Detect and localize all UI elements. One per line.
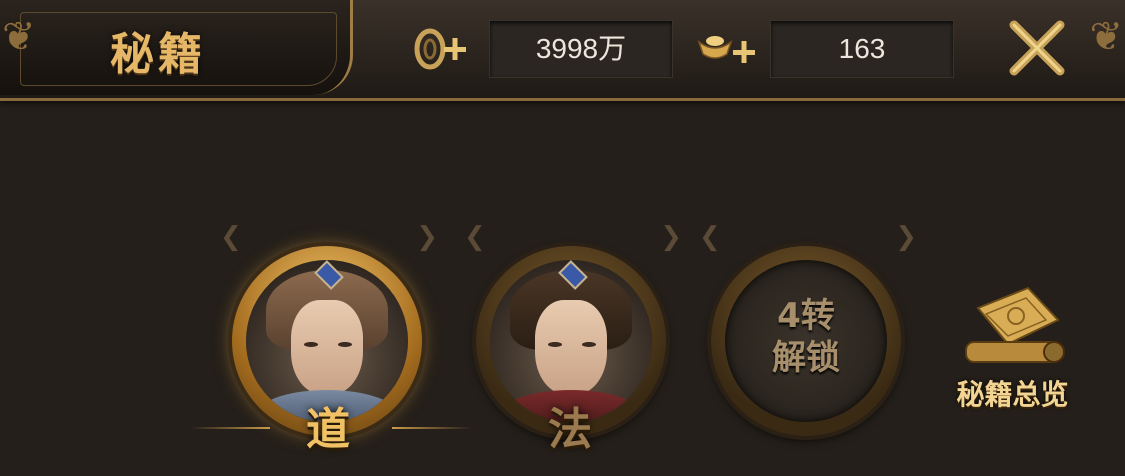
- wing-ornament-icon: ❮: [699, 222, 721, 252]
- wing-ornament-icon: ❮: [220, 222, 242, 252]
- close-icon[interactable]: [1006, 17, 1068, 79]
- page-title: 秘籍: [110, 29, 206, 80]
- unlock-requirement: 4转: [777, 296, 835, 336]
- wing-ornament-icon: ❯: [660, 222, 682, 252]
- coin-balance: 3998万: [489, 20, 673, 78]
- character-dao-slot[interactable]: ❮ ❯ 道: [214, 222, 444, 458]
- character-label: 道: [306, 404, 350, 455]
- unlock-label: 解锁: [772, 338, 840, 378]
- selection-underline: [190, 427, 270, 429]
- ingot-balance: 163: [770, 20, 954, 78]
- coin-plus-icon[interactable]: [410, 26, 470, 72]
- top-bar: ❦ 秘籍 3998万 163 ❦: [0, 0, 1125, 101]
- character-fa-slot[interactable]: ❮ ❯ 法: [458, 222, 688, 458]
- wing-ornament-icon: ❯: [895, 222, 917, 252]
- scroll-icon: [965, 286, 1065, 363]
- character-locked-slot[interactable]: ❮ ❯ 4转 解锁: [693, 222, 923, 458]
- character-label: 法: [548, 404, 592, 455]
- locked-portrait: 4转 解锁: [725, 260, 887, 422]
- overview-label: 秘籍总览: [956, 378, 1069, 411]
- title-plate: ❦ 秘籍: [0, 0, 353, 95]
- overview-button[interactable]: 秘籍总览: [940, 280, 1085, 420]
- wing-ornament-icon: ❮: [464, 222, 486, 252]
- ornament-right-icon: ❦: [1089, 14, 1123, 60]
- ornament-left-icon: ❦: [2, 14, 36, 60]
- gold-ingot-plus-icon[interactable]: [695, 24, 759, 72]
- wing-ornament-icon: ❯: [416, 222, 438, 252]
